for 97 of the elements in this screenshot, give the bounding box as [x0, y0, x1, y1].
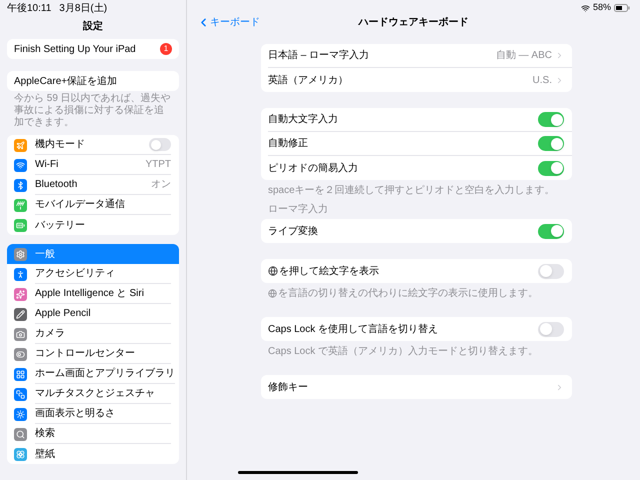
accessibility-icon — [14, 268, 27, 280]
toggle-switch[interactable] — [538, 264, 564, 278]
antenna-icon — [14, 198, 27, 212]
item-label: Apple Intelligence と Siri — [35, 287, 145, 301]
row-label: 英語（アメリカ） — [268, 74, 349, 88]
sidebar-item[interactable]: ホーム画面とアプリライブラリ — [7, 364, 179, 384]
sidebar-item[interactable]: バッテリー — [7, 215, 179, 235]
toggle-switch[interactable] — [538, 160, 564, 176]
flower-icon — [14, 448, 27, 460]
row-label: 日本語 – ローマ字入力 — [268, 48, 370, 63]
notification-badge: 1 — [160, 43, 172, 55]
gear-icon — [14, 248, 27, 260]
toggle-switch[interactable] — [538, 136, 564, 151]
item-label: アクセシビリティ — [35, 267, 116, 281]
sidebar-item[interactable]: マルチタスクとジェスチャ — [7, 384, 179, 404]
row-label: 自動修正 — [268, 137, 309, 151]
chevron-right-icon — [555, 382, 564, 392]
sidebar-item[interactable]: Apple Intelligence と Siri — [7, 284, 179, 304]
toggle-switch[interactable] — [538, 112, 564, 127]
back-button[interactable]: キーボード — [197, 14, 260, 30]
row-value: 自動 — ABC — [496, 49, 552, 63]
status-date: 3月8日(土) — [59, 2, 108, 16]
setup-label: Finish Setting Up Your iPad — [14, 42, 137, 56]
sidebar-item[interactable]: Apple Pencil — [7, 304, 179, 324]
item-label: カメラ — [35, 327, 66, 341]
row-label: 自動大文字入力 — [268, 112, 339, 127]
item-label: 画面表示と明るさ — [35, 406, 116, 421]
pencil-icon — [14, 308, 27, 320]
settings-row[interactable]: 修飾キー — [261, 375, 572, 399]
settings-row[interactable]: ピリオドの簡易入力 — [261, 156, 572, 180]
item-label: コントロールセンター — [35, 347, 136, 361]
applecare-footer: 今から 59 日以内であれば、過失や事故による損傷に対する保証を追加できます。 — [14, 93, 172, 129]
chevron-right-icon — [555, 76, 564, 84]
battery-icon — [614, 4, 630, 12]
sidebar-item[interactable]: 検索 — [7, 424, 179, 444]
sun-icon — [14, 408, 27, 420]
row-label: ピリオドの簡易入力 — [268, 162, 359, 176]
section-footer: Caps Lock で英語（アメリカ）入力モードと切り替えます。 — [268, 344, 538, 359]
status-time: 午後10:11 — [7, 2, 52, 16]
settings-row[interactable]: ライブ変換 — [261, 219, 572, 243]
stacked-squares-icon — [14, 388, 27, 400]
sidebar-item[interactable]: モバイルデータ通信 — [7, 195, 179, 215]
item-value: オン — [151, 178, 171, 192]
sidebar-item[interactable]: 機内モード — [7, 135, 179, 155]
item-value: YTPT — [145, 158, 171, 172]
item-label: Bluetooth — [35, 178, 78, 192]
settings-row[interactable]: を押して絵文字を表示 — [261, 259, 572, 283]
item-label: 機内モード — [35, 138, 86, 152]
settings-row[interactable]: 自動修正 — [261, 132, 572, 156]
toggle-switch[interactable] — [538, 322, 564, 336]
sidebar-item[interactable]: 壁紙 — [7, 444, 179, 464]
item-label: Apple Pencil — [35, 307, 92, 321]
airplane-icon — [14, 138, 27, 152]
battery-percent: 58% — [592, 1, 611, 14]
wifi-icon — [580, 4, 590, 12]
section-footer: を言語の切り替えの代わりに絵文字の表示に使用します。 — [278, 286, 538, 301]
sidebar-title: 設定 — [83, 19, 103, 34]
sidebar-item[interactable]: Bluetooth オン — [7, 175, 179, 195]
item-label: ホーム画面とアプリライブラリ — [35, 366, 175, 381]
item-label: モバイルデータ通信 — [35, 198, 126, 212]
item-label: 壁紙 — [35, 448, 56, 462]
row-label: を押して絵文字を表示 — [279, 264, 380, 278]
row-label: ライブ変換 — [268, 224, 319, 238]
settings-row[interactable]: 英語（アメリカ） U.S. — [261, 68, 572, 92]
applecare-item[interactable]: AppleCare+保証を追加 — [7, 71, 179, 91]
item-label: 検索 — [35, 426, 56, 441]
chevron-right-icon — [555, 51, 564, 60]
item-label: マルチタスクとジェスチャ — [35, 387, 156, 401]
sidebar-item[interactable]: アクセシビリティ — [7, 264, 179, 284]
search-icon — [14, 428, 27, 440]
item-label: 一般 — [35, 248, 56, 262]
sidebar-item[interactable]: コントロールセンター — [7, 344, 179, 364]
switches-icon — [14, 348, 27, 360]
section-footer: spaceキーを２回連続して押すとピリオドと空白を入力します。 — [268, 183, 555, 198]
settings-row[interactable]: 自動大文字入力 — [261, 108, 572, 132]
camera-icon — [14, 328, 27, 340]
setup-item[interactable]: Finish Setting Up Your iPad 1 — [7, 39, 179, 59]
sidebar-item[interactable]: カメラ — [7, 324, 179, 344]
toggle-switch[interactable] — [538, 224, 564, 238]
grid-icon — [14, 368, 27, 380]
settings-row[interactable]: Caps Lock を使用して言語を切り替え — [261, 317, 572, 341]
toggle-switch[interactable] — [149, 138, 171, 151]
sidebar-item[interactable]: 画面表示と明るさ — [7, 404, 179, 424]
row-value: U.S. — [532, 74, 552, 88]
page-title: ハードウェアキーボード — [358, 16, 468, 30]
bluetooth-icon — [14, 178, 27, 192]
item-label: バッテリー — [35, 218, 86, 232]
battery-icon — [14, 218, 27, 232]
item-label: Wi-Fi — [35, 158, 60, 172]
sparkle-icon — [14, 288, 27, 300]
row-label: 修飾キー — [268, 380, 309, 394]
row-label: Caps Lock を使用して言語を切り替え — [268, 322, 440, 336]
settings-row[interactable]: 日本語 – ローマ字入力 自動 — ABC — [261, 44, 572, 68]
sidebar-item[interactable]: Wi-Fi YTPT — [7, 155, 179, 175]
sidebar-item[interactable]: 一般 — [7, 244, 179, 264]
wifi-icon — [14, 158, 27, 172]
section-header: ローマ字入力 — [267, 202, 329, 217]
